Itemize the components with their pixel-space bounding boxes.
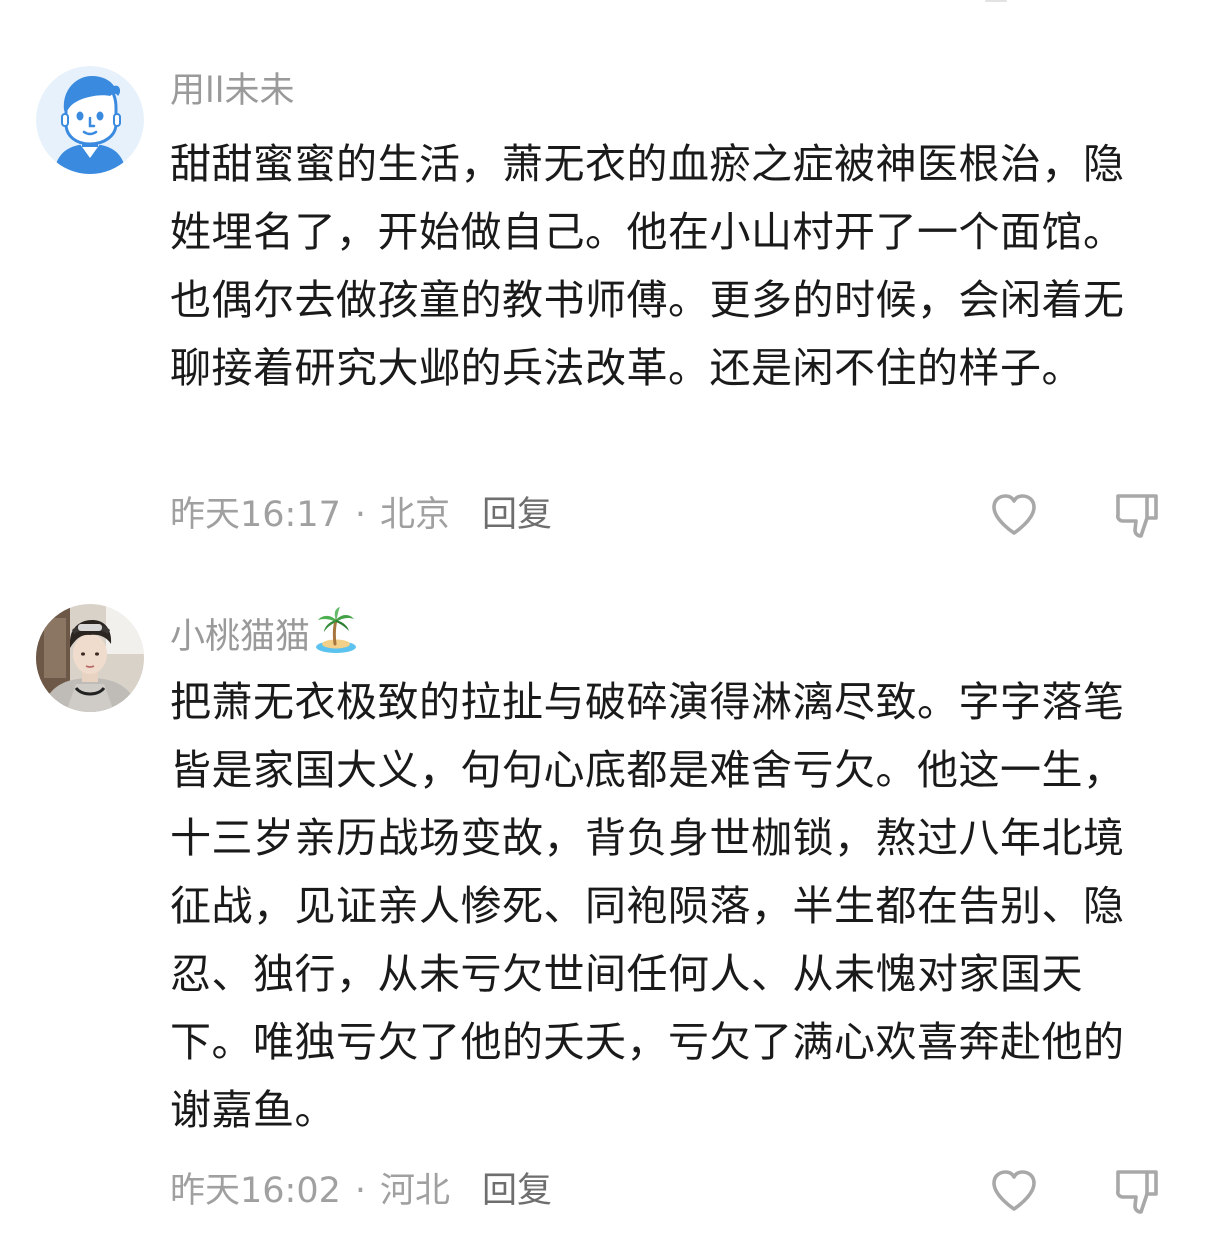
separator-dot: · — [354, 495, 367, 535]
avatar[interactable] — [36, 604, 144, 712]
location: 河北 — [380, 1171, 451, 1211]
heart-outline-icon[interactable] — [987, 488, 1041, 542]
cartoon-boy-avatar-icon — [36, 66, 144, 174]
username[interactable]: 用ll未未 — [170, 68, 294, 114]
photo-avatar-icon — [36, 604, 144, 712]
thumbs-down-icon[interactable] — [1110, 488, 1164, 542]
username-text: 小桃猫猫 — [170, 617, 311, 657]
previous-item-edge — [985, 0, 1007, 2]
comment-meta: 昨天16:02 · 河北 回复 — [170, 1168, 552, 1214]
thumbs-down-icon[interactable] — [1110, 1164, 1164, 1218]
location: 北京 — [380, 495, 451, 535]
username[interactable]: 小桃猫猫 — [170, 606, 358, 660]
comment-meta: 昨天16:17 · 北京 回复 — [170, 492, 552, 538]
timestamp: 昨天16:17 — [170, 495, 341, 535]
heart-outline-icon[interactable] — [987, 1164, 1041, 1218]
reply-button[interactable]: 回复 — [482, 1171, 552, 1211]
separator-dot: · — [354, 1171, 367, 1211]
comment-text: 把萧无衣极致的拉扯与破碎演得淋漓尽致。字字落笔皆是家国大义，句句心底都是难舍亏欠… — [170, 678, 1125, 1134]
avatar[interactable] — [36, 66, 144, 174]
comment-text: 甜甜蜜蜜的生活，萧无衣的血瘀之症被神医根治，隐姓埋名了，开始做自己。他在小山村开… — [170, 140, 1125, 392]
timestamp: 昨天16:02 — [170, 1171, 341, 1211]
desert-island-emoji-icon — [314, 606, 358, 654]
reply-button[interactable]: 回复 — [482, 495, 552, 535]
